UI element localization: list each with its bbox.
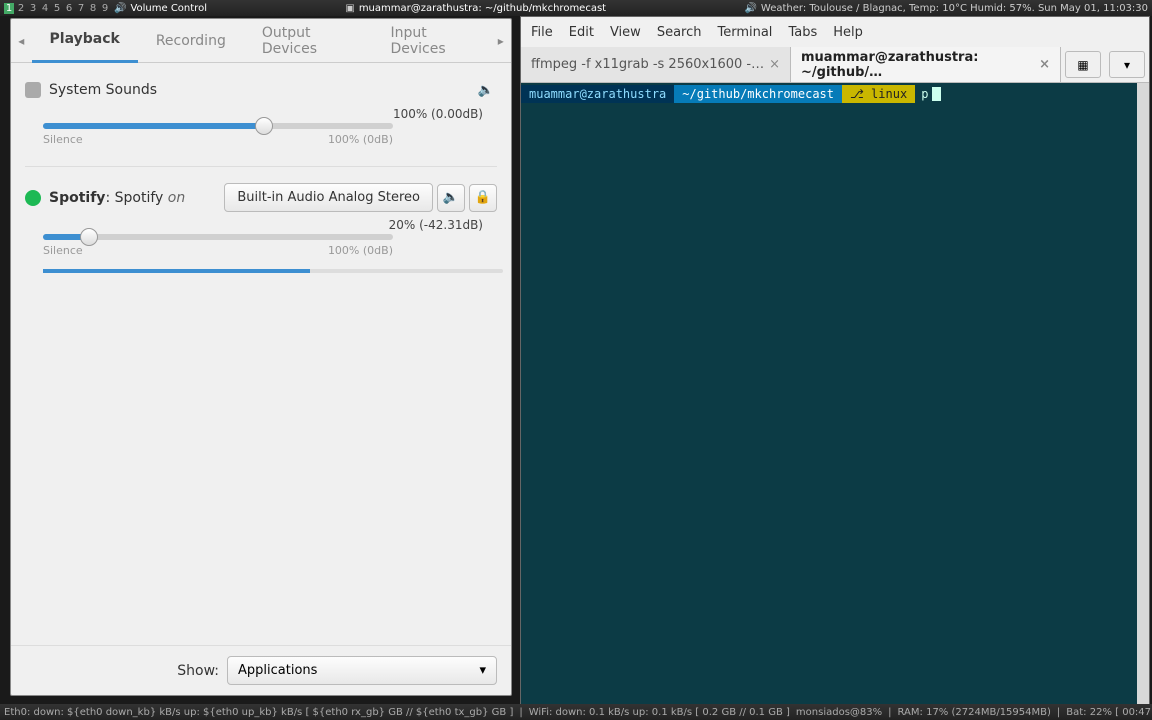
volume-tray-icon[interactable]: 🔊 bbox=[114, 3, 126, 14]
terminal-tab-ffmpeg[interactable]: ffmpeg -f x11grab -s 2560x1600 -… × bbox=[521, 47, 791, 82]
vc-tabbar: ◂ Playback Recording Output Devices Inpu… bbox=[11, 19, 511, 63]
workspace-7[interactable]: 7 bbox=[76, 3, 86, 14]
terminal-tab-shell[interactable]: muammar@zarathustra: ~/github/… × bbox=[791, 47, 1061, 82]
terminal-menubar: File Edit View Search Terminal Tabs Help bbox=[521, 17, 1149, 47]
slider-thumb[interactable] bbox=[80, 228, 98, 246]
system-sounds-icon bbox=[25, 82, 41, 98]
slider-min-label: Silence bbox=[43, 244, 83, 257]
workspace-9[interactable]: 9 bbox=[100, 3, 110, 14]
slider-min-label: Silence bbox=[43, 133, 83, 146]
tab-menu-button[interactable]: ▾ bbox=[1109, 51, 1145, 78]
stream-title: Spotify: Spotify on bbox=[49, 190, 185, 206]
chevron-down-icon: ▾ bbox=[479, 663, 486, 678]
volume-slider[interactable] bbox=[43, 234, 393, 240]
terminal-scrollbar[interactable] bbox=[1137, 83, 1149, 715]
volume-control-window: ◂ Playback Recording Output Devices Inpu… bbox=[10, 18, 512, 696]
status-bar: Eth0: down: ${eth0 down_kb} kB/s up: ${e… bbox=[0, 704, 1152, 720]
terminal-window: File Edit View Search Terminal Tabs Help… bbox=[520, 16, 1150, 716]
tab-output-devices[interactable]: Output Devices bbox=[244, 19, 373, 63]
stream-divider bbox=[25, 166, 497, 167]
eth0-status: Eth0: down: ${eth0 down_kb} kB/s up: ${e… bbox=[4, 707, 513, 718]
prompt-path: ~/github/mkchromecast bbox=[674, 85, 842, 103]
slider-max-label: 100% (0dB) bbox=[328, 133, 393, 146]
volume-slider[interactable] bbox=[43, 123, 393, 129]
stream-system-sounds: System Sounds 🔈 100% (0.00dB) Silence 10… bbox=[25, 79, 497, 146]
menu-tabs[interactable]: Tabs bbox=[788, 25, 817, 40]
tray-icons[interactable]: 🔊 bbox=[744, 3, 756, 14]
wifi-status: WiFi: down: 0.1 kB/s up: 0.1 kB/s [ 0.2 … bbox=[529, 707, 790, 718]
mute-button[interactable]: 🔈 bbox=[475, 79, 497, 101]
volume-readout: 20% (-42.31dB) bbox=[43, 218, 483, 232]
prompt-input[interactable]: p bbox=[915, 85, 928, 103]
spotify-icon bbox=[25, 190, 41, 206]
vu-meter bbox=[43, 269, 503, 273]
menu-view[interactable]: View bbox=[610, 25, 641, 40]
window-list-icon[interactable]: ▣ bbox=[345, 3, 354, 14]
tab-scroll-right-button[interactable]: ▸ bbox=[490, 19, 511, 63]
workspace-3[interactable]: 3 bbox=[28, 3, 38, 14]
slider-max-label: 100% (0dB) bbox=[328, 244, 393, 257]
tab-playback[interactable]: Playback bbox=[32, 19, 138, 63]
wifi-ap: monsiados@83% bbox=[796, 707, 882, 718]
menu-search[interactable]: Search bbox=[657, 25, 702, 40]
workspace-2[interactable]: 2 bbox=[16, 3, 26, 14]
weather-status: Weather: Toulouse / Blagnac, Temp: 10°C … bbox=[761, 3, 1148, 14]
output-device-dropdown[interactable]: Built-in Audio Analog Stereo bbox=[224, 183, 433, 212]
stream-title: System Sounds bbox=[49, 82, 157, 98]
active-window-title: Volume Control bbox=[130, 3, 207, 14]
menu-help[interactable]: Help bbox=[833, 25, 863, 40]
secondary-window-title: muammar@zarathustra: ~/github/mkchromeca… bbox=[359, 3, 606, 14]
slider-thumb[interactable] bbox=[255, 117, 273, 135]
workspace-8[interactable]: 8 bbox=[88, 3, 98, 14]
prompt-branch: ⎇ linux bbox=[842, 85, 915, 103]
close-icon[interactable]: × bbox=[769, 57, 780, 72]
menu-terminal[interactable]: Terminal bbox=[717, 25, 772, 40]
tab-scroll-left-button[interactable]: ◂ bbox=[11, 19, 32, 63]
tab-input-devices[interactable]: Input Devices bbox=[372, 19, 490, 63]
ram-status: RAM: 17% (2724MB/15954MB) bbox=[898, 707, 1051, 718]
vc-footer: Show: Applications ▾ bbox=[11, 645, 511, 695]
menu-edit[interactable]: Edit bbox=[569, 25, 594, 40]
workspace-4[interactable]: 4 bbox=[40, 3, 50, 14]
terminal-viewport[interactable]: muammar@zarathustra ~/github/mkchromecas… bbox=[521, 83, 1149, 715]
tab-recording[interactable]: Recording bbox=[138, 19, 244, 63]
workspace-6[interactable]: 6 bbox=[64, 3, 74, 14]
terminal-tabbar: ffmpeg -f x11grab -s 2560x1600 -… × muam… bbox=[521, 47, 1149, 83]
prompt-user: muammar@zarathustra bbox=[521, 85, 674, 103]
workspace-switcher[interactable]: 1 2 3 4 5 6 7 8 9 bbox=[4, 3, 110, 14]
workspace-5[interactable]: 5 bbox=[52, 3, 62, 14]
lock-channels-button[interactable]: 🔒 bbox=[469, 184, 497, 212]
workspace-1[interactable]: 1 bbox=[4, 3, 14, 14]
show-label: Show: bbox=[177, 663, 219, 679]
mute-button[interactable]: 🔈 bbox=[437, 184, 465, 212]
battery-status: Bat: 22% [ 00:47 ] bbox=[1066, 707, 1152, 718]
show-filter-dropdown[interactable]: Applications ▾ bbox=[227, 656, 497, 685]
stream-spotify: Spotify: Spotify on Built-in Audio Analo… bbox=[25, 183, 497, 273]
cursor-block bbox=[932, 87, 941, 101]
close-icon[interactable]: × bbox=[1039, 57, 1050, 72]
shell-prompt: muammar@zarathustra ~/github/mkchromecas… bbox=[521, 85, 1149, 103]
new-tab-button[interactable]: ▦ bbox=[1065, 51, 1101, 78]
menu-file[interactable]: File bbox=[531, 25, 553, 40]
top-panel: 1 2 3 4 5 6 7 8 9 🔊 Volume Control ▣ mua… bbox=[0, 0, 1152, 16]
